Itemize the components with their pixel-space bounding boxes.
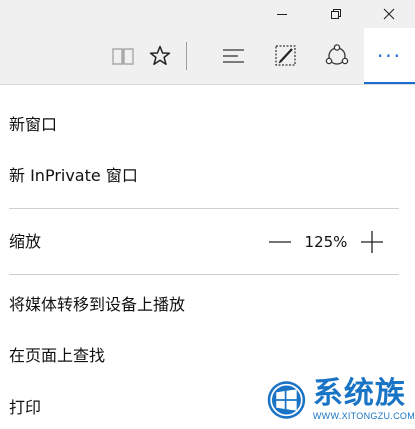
windows-logo-icon	[267, 380, 306, 419]
minimize-icon	[277, 14, 287, 15]
menu-item-new-window[interactable]: 新窗口	[0, 114, 415, 136]
hub-button[interactable]	[211, 28, 257, 84]
zoom-out-button[interactable]	[267, 231, 293, 253]
minimize-button[interactable]	[259, 0, 305, 28]
menu-divider	[9, 208, 399, 209]
reading-view-icon	[112, 48, 134, 65]
site-watermark: 系统族 WWW.XITONGZU.COM	[264, 370, 415, 429]
more-actions-button[interactable]: ···	[364, 28, 415, 84]
menu-item-label: 在页面上查找	[9, 346, 106, 365]
web-note-icon	[275, 45, 296, 66]
zoom-label: 缩放	[9, 232, 42, 251]
favorite-button[interactable]	[137, 28, 183, 84]
toolbar-separator	[186, 42, 187, 70]
minus-icon	[269, 241, 291, 243]
restore-icon	[331, 9, 341, 19]
zoom-control: 125%	[267, 231, 385, 253]
plus-icon	[361, 231, 383, 253]
share-icon	[325, 44, 349, 65]
zoom-value: 125%	[304, 233, 348, 251]
menu-item-find-on-page[interactable]: 在页面上查找	[0, 345, 415, 367]
browser-toolbar: ···	[0, 28, 415, 85]
restore-button[interactable]	[313, 0, 359, 28]
menu-item-label: 打印	[9, 398, 42, 417]
zoom-in-button[interactable]	[359, 231, 385, 253]
menu-item-label: 新窗口	[9, 115, 58, 134]
more-icon: ···	[376, 44, 403, 68]
favorite-star-icon	[149, 45, 171, 66]
watermark-text: 系统族 WWW.XITONGZU.COM	[312, 375, 415, 421]
menu-item-label: 将媒体转移到设备上播放	[9, 295, 186, 314]
menu-divider	[9, 274, 399, 275]
close-button[interactable]	[366, 0, 412, 28]
title-bar	[0, 0, 415, 28]
hub-icon	[223, 49, 244, 63]
close-icon	[383, 8, 395, 20]
watermark-title: 系统族	[312, 375, 406, 411]
active-indicator	[364, 82, 415, 84]
menu-item-label: 新 InPrivate 窗口	[9, 166, 138, 185]
menu-item-new-inprivate[interactable]: 新 InPrivate 窗口	[0, 165, 415, 187]
watermark-url: WWW.XITONGZU.COM	[312, 410, 415, 421]
menu-item-zoom: 缩放 125%	[0, 231, 415, 253]
menu-item-cast-media[interactable]: 将媒体转移到设备上播放	[0, 294, 415, 316]
web-note-button[interactable]	[263, 28, 309, 84]
share-button[interactable]	[314, 28, 360, 84]
